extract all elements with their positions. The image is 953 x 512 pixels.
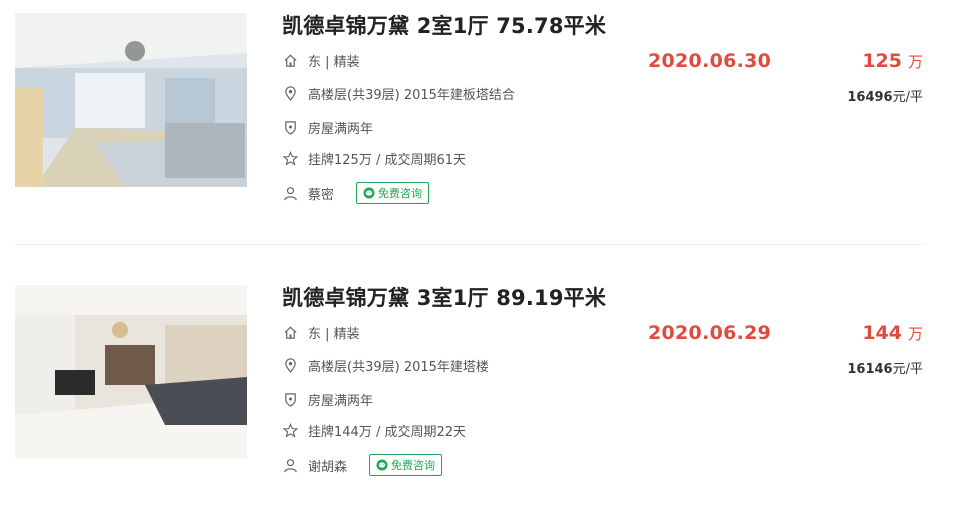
listing-divider: [15, 244, 925, 245]
house-icon: [282, 52, 298, 68]
deal-date: 2020.06.30: [648, 50, 772, 72]
shield-icon: [282, 391, 298, 407]
wechat-icon: [363, 187, 375, 199]
free-consult-label: 免费咨询: [378, 187, 423, 200]
listing-card: 凯德卓锦万黛 3室1厅 89.19平米 东 | 精装 高楼层(共39层) 201…: [0, 272, 953, 512]
unit-price: 16146元/平: [847, 358, 923, 377]
position-info-text: 高楼层(共39层) 2015年建板塔结合: [308, 87, 515, 103]
deal-cycle-text: 挂牌144万 / 成交周期22天: [308, 424, 466, 440]
house-info-row: 东 | 精装: [282, 50, 360, 70]
location-pin-icon: [282, 85, 298, 101]
deal-cycle-row: 挂牌125万 / 成交周期61天: [282, 148, 466, 168]
free-consult-button[interactable]: 免费咨询: [356, 182, 430, 204]
star-icon: [282, 150, 298, 166]
free-consult-label: 免费咨询: [391, 459, 436, 472]
listing-photo[interactable]: [15, 285, 247, 459]
unit-price-suffix: 元/平: [892, 362, 923, 377]
unit-price-suffix: 元/平: [892, 90, 923, 105]
house-info-text: 东 | 精装: [308, 54, 360, 70]
location-pin-icon: [282, 357, 298, 373]
unit-price-value: 16496: [847, 90, 893, 105]
house-info-text: 东 | 精装: [308, 326, 360, 342]
house-info-row: 东 | 精装: [282, 322, 360, 342]
listing-title[interactable]: 凯德卓锦万黛 2室1厅 75.78平米: [282, 10, 606, 40]
agent-name[interactable]: 谢胡森: [308, 456, 347, 475]
total-price-unit: 万: [907, 325, 923, 343]
total-price: 144 万: [862, 322, 923, 344]
listing-card: 凯德卓锦万黛 2室1厅 75.78平米 东 | 精装 高楼层(共39层) 201…: [0, 0, 953, 240]
total-price-value: 144: [862, 322, 902, 344]
position-info-row: 高楼层(共39层) 2015年建板塔结合: [282, 83, 515, 103]
agent-name[interactable]: 蔡密: [308, 184, 334, 203]
agent-row: 谢胡森 免费咨询: [282, 454, 443, 476]
unit-price: 16496元/平: [847, 86, 923, 105]
unit-price-value: 16146: [847, 362, 893, 377]
deal-cycle-text: 挂牌125万 / 成交周期61天: [308, 152, 466, 168]
total-price: 125 万: [862, 50, 923, 72]
wechat-icon: [376, 459, 388, 471]
deal-date: 2020.06.29: [648, 322, 772, 344]
total-price-value: 125: [862, 50, 902, 72]
agent-row: 蔡密 免费咨询: [282, 182, 430, 204]
listing-photo[interactable]: [15, 13, 247, 187]
free-consult-button[interactable]: 免费咨询: [369, 454, 443, 476]
deal-cycle-row: 挂牌144万 / 成交周期22天: [282, 420, 466, 440]
tag-row: 房屋满两年: [282, 117, 373, 137]
star-icon: [282, 422, 298, 438]
position-info-text: 高楼层(共39层) 2015年建塔楼: [308, 359, 489, 375]
position-info-row: 高楼层(共39层) 2015年建塔楼: [282, 355, 489, 375]
total-price-unit: 万: [907, 53, 923, 71]
tag-text: 房屋满两年: [308, 393, 374, 409]
shield-icon: [282, 119, 298, 135]
tag-text: 房屋满两年: [308, 121, 374, 137]
person-icon: [282, 457, 298, 473]
listing-title[interactable]: 凯德卓锦万黛 3室1厅 89.19平米: [282, 282, 606, 312]
tag-row: 房屋满两年: [282, 389, 373, 409]
house-icon: [282, 324, 298, 340]
person-icon: [282, 185, 298, 201]
